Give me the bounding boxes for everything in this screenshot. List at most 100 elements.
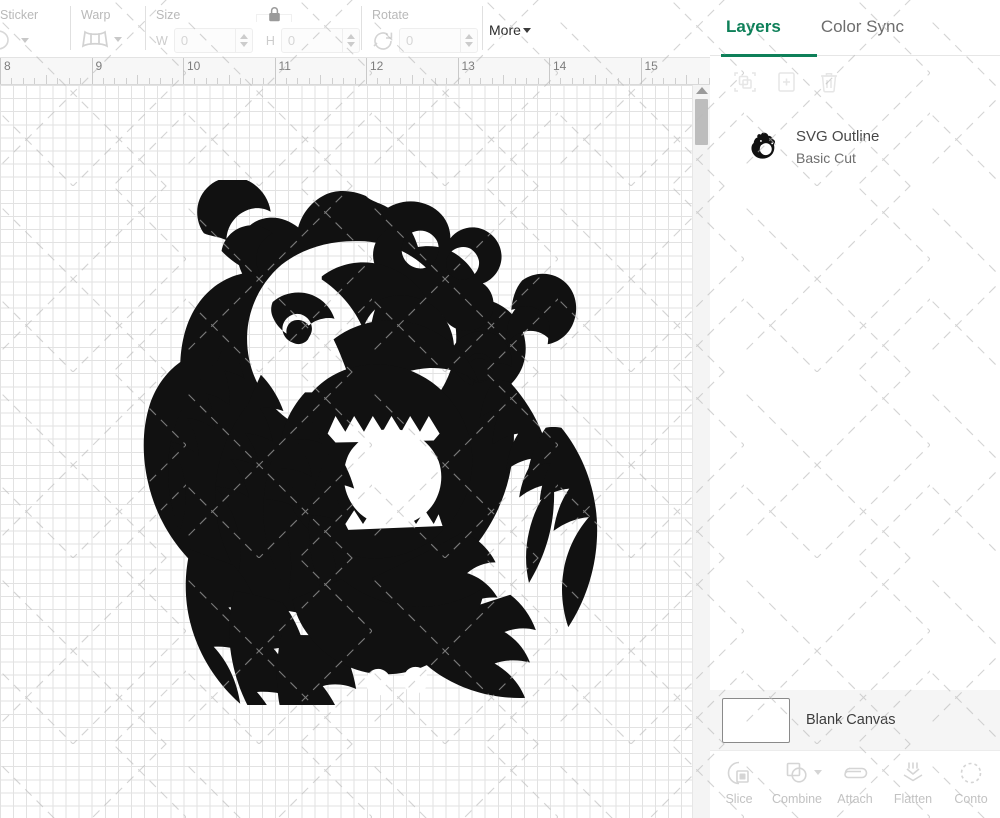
tab-color-sync[interactable]: Color Sync xyxy=(821,17,904,39)
width-increment-icon[interactable] xyxy=(240,34,248,39)
bear-head-thumbnail-icon xyxy=(748,131,782,165)
horizontal-ruler[interactable]: 89101112131415 xyxy=(0,58,710,85)
ruler-minor-tick xyxy=(46,75,47,84)
layer-text: SVG Outline Basic Cut xyxy=(796,128,879,167)
height-increment-icon[interactable] xyxy=(347,34,355,39)
tab-layers[interactable]: Layers xyxy=(726,17,781,39)
list-item[interactable]: SVG Outline Basic Cut xyxy=(710,116,1000,179)
size-label: Size xyxy=(156,8,351,22)
combine-label: Combine xyxy=(772,792,822,806)
ruler-minor-tick xyxy=(446,78,447,84)
ruler-minor-tick xyxy=(606,78,607,84)
attach-button[interactable]: Attach xyxy=(826,759,884,806)
layer-title: SVG Outline xyxy=(796,128,879,146)
more-chevron-down-icon[interactable] xyxy=(523,28,531,33)
toolbar-divider-4 xyxy=(482,6,483,50)
width-field[interactable] xyxy=(174,28,253,53)
ruler-minor-tick xyxy=(194,78,195,84)
slice-button[interactable]: Slice xyxy=(710,759,768,806)
ruler-minor-tick xyxy=(343,78,344,84)
height-input[interactable] xyxy=(282,29,342,52)
top-toolbar: Sticker Warp xyxy=(0,0,710,58)
ruler-minor-tick xyxy=(114,78,115,84)
slice-icon xyxy=(725,759,753,787)
scroll-up-triangle-up-icon[interactable] xyxy=(696,87,708,94)
ruler-minor-tick xyxy=(263,78,264,84)
rotate-field[interactable] xyxy=(399,28,478,53)
blank-canvas-row[interactable]: Blank Canvas xyxy=(710,690,1000,750)
ruler-minor-tick xyxy=(23,78,24,84)
ruler-major-tick xyxy=(92,58,93,85)
flatten-button[interactable]: Flatten xyxy=(884,759,942,806)
ruler-minor-tick xyxy=(297,78,298,84)
height-field[interactable] xyxy=(281,28,360,53)
scroll-thumb[interactable] xyxy=(695,99,708,145)
width-stepper[interactable] xyxy=(235,28,252,53)
ruler-minor-tick xyxy=(412,75,413,84)
slice-label: Slice xyxy=(725,792,752,806)
warp-icon[interactable] xyxy=(81,28,109,50)
sticker-chevron-down-icon[interactable] xyxy=(21,38,29,43)
ruler-number: 8 xyxy=(4,59,11,73)
ruler-minor-tick xyxy=(469,78,470,84)
select-all-icon[interactable] xyxy=(732,69,758,95)
layer-subtitle: Basic Cut xyxy=(796,150,879,167)
rotate-increment-icon[interactable] xyxy=(465,34,473,39)
ruler-major-tick xyxy=(0,58,1,85)
rotate-icon[interactable] xyxy=(372,30,396,52)
ruler-number: 11 xyxy=(279,59,291,73)
size-lock-icon[interactable] xyxy=(261,4,287,24)
combine-button[interactable]: Combine xyxy=(768,759,826,806)
ruler-minor-tick xyxy=(286,78,287,84)
design-canvas[interactable] xyxy=(0,85,692,818)
contour-label: Conto xyxy=(954,792,987,806)
panel-tabs: Layers Color Sync xyxy=(710,0,1000,56)
ruler-major-tick xyxy=(366,58,367,85)
right-panel: Layers Color Sync xyxy=(710,0,1000,818)
height-decrement-icon[interactable] xyxy=(347,42,355,47)
ruler-minor-tick xyxy=(503,75,504,84)
rotate-input[interactable] xyxy=(400,29,460,52)
toolbar-group-rotate: Rotate xyxy=(362,0,482,58)
canvas-vertical-scrollbar[interactable] xyxy=(692,85,710,818)
ruler-minor-tick xyxy=(663,78,664,84)
delete-icon[interactable] xyxy=(816,69,842,95)
warp-chevron-down-icon[interactable] xyxy=(114,37,122,42)
ruler-minor-tick xyxy=(80,78,81,84)
blank-canvas-label: Blank Canvas xyxy=(806,712,895,728)
width-decrement-icon[interactable] xyxy=(240,42,248,47)
contour-button[interactable]: Conto xyxy=(942,759,1000,806)
ruler-minor-tick xyxy=(572,78,573,84)
ruler-minor-tick xyxy=(686,75,687,84)
height-label: H xyxy=(266,34,275,48)
active-tab-indicator xyxy=(721,54,817,57)
ruler-minor-tick xyxy=(389,78,390,84)
ruler-minor-tick xyxy=(560,78,561,84)
warp-label: Warp xyxy=(81,8,135,22)
sticker-icon[interactable] xyxy=(0,28,16,52)
ruler-minor-tick xyxy=(595,75,596,84)
ruler-minor-tick xyxy=(583,78,584,84)
ruler-minor-tick xyxy=(332,78,333,84)
width-label: W xyxy=(156,34,168,48)
rotate-label: Rotate xyxy=(372,8,472,22)
ruler-number: 15 xyxy=(645,59,658,73)
duplicate-icon[interactable] xyxy=(774,69,800,95)
ruler-minor-tick xyxy=(698,78,699,84)
ruler-minor-tick xyxy=(11,78,12,84)
combine-chevron-down-icon[interactable] xyxy=(814,770,822,775)
rotate-decrement-icon[interactable] xyxy=(465,42,473,47)
ruler-minor-tick xyxy=(435,78,436,84)
layer-actions-toolbar xyxy=(710,56,1000,105)
height-stepper[interactable] xyxy=(342,28,359,53)
width-input[interactable] xyxy=(175,29,235,52)
ruler-minor-tick xyxy=(355,78,356,84)
bottom-tool-bar: Slice Combine xyxy=(710,750,1000,818)
more-button[interactable]: More xyxy=(489,22,531,38)
rotate-stepper[interactable] xyxy=(460,28,477,53)
ruler-major-tick xyxy=(549,58,550,85)
ruler-minor-tick xyxy=(252,78,253,84)
ruler-minor-tick xyxy=(206,78,207,84)
bear-artwork[interactable] xyxy=(88,180,638,705)
ruler-minor-tick xyxy=(538,78,539,84)
